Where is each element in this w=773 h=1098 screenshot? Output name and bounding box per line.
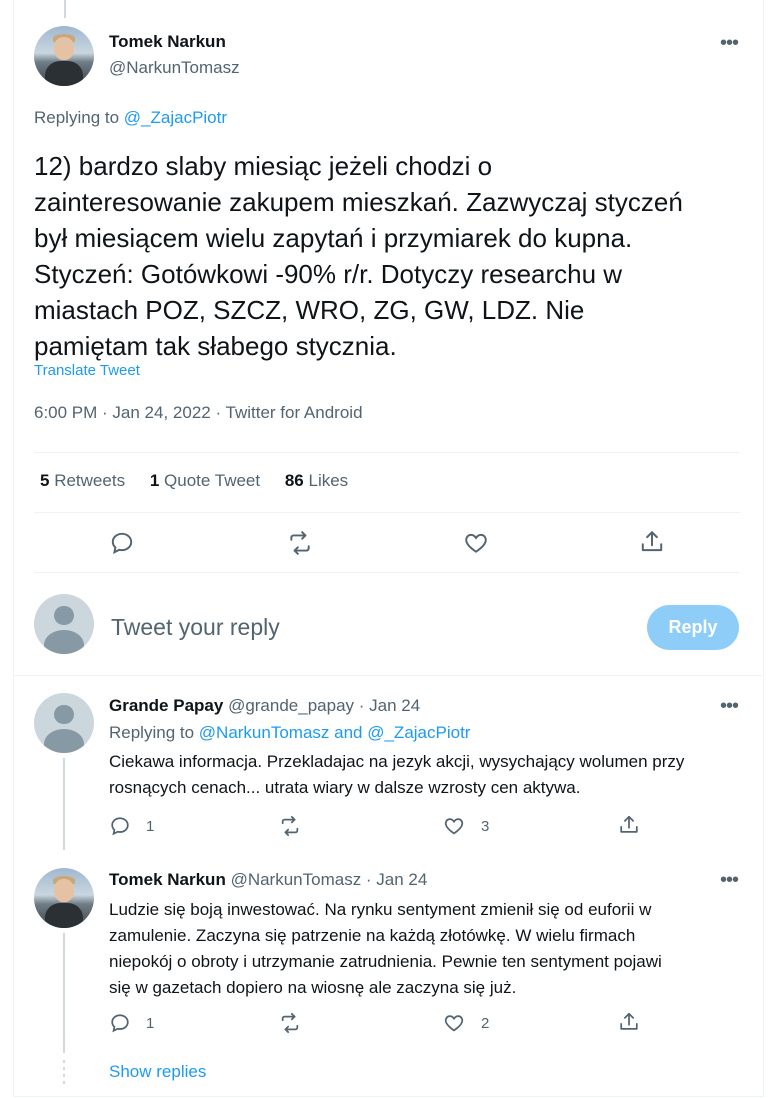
share-icon[interactable]	[618, 1011, 640, 1033]
tweet-timestamp[interactable]: 6:00 PM · Jan 24, 2022 · Twitter for And…	[34, 403, 363, 423]
show-replies-link[interactable]: Show replies	[109, 1062, 206, 1082]
reply-text-line: zamulenie. Zaczyna się patrzenie na każd…	[109, 926, 636, 945]
tweet-text-line: 12) bardzo slaby miesiąc jeżeli chodzi o	[34, 151, 493, 181]
tweet-text-line: pamiętam tak słabego stycznia.	[34, 331, 397, 361]
more-options-icon[interactable]: •••	[720, 870, 739, 890]
divider	[14, 675, 762, 676]
retweets-stat[interactable]: 5 Retweets	[40, 471, 125, 490]
reply-text: Ciekawa informacja. Przekladajac na jezy…	[109, 749, 684, 801]
reply-text-line: się w gazetach dopiero na wiosnę ale zac…	[109, 978, 517, 997]
reply-icon[interactable]	[109, 530, 135, 556]
reply-author-name[interactable]: Grande Papay	[109, 696, 223, 715]
replying-to-link[interactable]: @NarkunTomasz and @_ZajacPiotr	[199, 723, 471, 742]
author-avatar[interactable]	[34, 26, 94, 86]
reply-text-line: Ludzie się boją inwestować. Na rynku sen…	[109, 900, 652, 919]
likes-stat[interactable]: 86 Likes	[285, 471, 348, 490]
reply-input[interactable]: Tweet your reply	[111, 614, 280, 641]
reply-meta[interactable]: @NarkunTomasz · Jan 24	[231, 870, 428, 889]
replying-to-link[interactable]: @_ZajacPiotr	[124, 108, 227, 127]
tweet-text: 12) bardzo slaby miesiąc jeżeli chodzi o…	[34, 148, 683, 364]
divider	[34, 572, 740, 573]
replying-to-label: Replying to	[109, 723, 199, 742]
user-avatar	[34, 594, 94, 654]
tweet-text-line: był miesiącem wielu zapytań i przymiarek…	[34, 223, 633, 253]
share-icon[interactable]	[639, 529, 665, 555]
like-icon[interactable]	[443, 1012, 465, 1034]
reply-text: Ludzie się boją inwestować. Na rynku sen…	[109, 897, 662, 1001]
divider	[34, 452, 740, 453]
like-icon[interactable]	[463, 530, 489, 556]
retweet-icon[interactable]	[286, 530, 314, 556]
reply-text-line: niepokój o obroty i utrzymanie zatrudnie…	[109, 952, 662, 971]
tweet-stats: 5 Retweets 1 Quote Tweet 86 Likes	[40, 471, 348, 491]
like-count: 2	[481, 1015, 490, 1032]
more-options-icon[interactable]: •••	[720, 696, 739, 716]
reply-avatar[interactable]	[34, 868, 94, 928]
divider	[34, 512, 740, 513]
reply-replying-to: Replying to @NarkunTomasz and @_ZajacPio…	[109, 723, 470, 743]
translate-tweet-link[interactable]: Translate Tweet	[34, 362, 140, 379]
tweet-text-line: miastach POZ, SZCZ, WRO, ZG, GW, LDZ. Ni…	[34, 295, 585, 325]
reply-text-line: Ciekawa informacja. Przekladajac na jezy…	[109, 752, 685, 771]
thread-line	[63, 758, 65, 850]
reply-count: 1	[146, 818, 155, 835]
share-icon[interactable]	[618, 814, 640, 836]
reply-text-line: rosnących cenach... utrata wiary w dalsz…	[109, 778, 581, 797]
thread-line	[63, 933, 65, 1053]
reply-avatar[interactable]	[34, 693, 94, 753]
thread-line	[64, 0, 66, 18]
author-name[interactable]: Tomek Narkun	[109, 32, 226, 52]
reply-button[interactable]: Reply	[647, 605, 739, 650]
replying-to: Replying to @_ZajacPiotr	[34, 108, 227, 128]
replying-to-label: Replying to	[34, 108, 124, 127]
more-options-icon[interactable]: •••	[720, 33, 739, 53]
reply-meta[interactable]: @grande_papay · Jan 24	[228, 696, 420, 715]
reply-author-name[interactable]: Tomek Narkun	[109, 870, 226, 889]
reply-icon[interactable]	[109, 815, 131, 837]
tweet-text-line: Styczeń: Gotówkowi -90% r/r. Dotyczy res…	[34, 259, 623, 289]
retweet-icon[interactable]	[278, 1012, 302, 1034]
retweet-icon[interactable]	[278, 815, 302, 837]
quotes-stat[interactable]: 1 Quote Tweet	[150, 471, 260, 490]
reply-header: Grande Papay @grande_papay · Jan 24	[109, 696, 420, 716]
reply-count: 1	[146, 1015, 155, 1032]
like-count: 3	[481, 818, 490, 835]
like-icon[interactable]	[443, 815, 465, 837]
reply-header: Tomek Narkun @NarkunTomasz · Jan 24	[109, 870, 427, 890]
tweet-text-line: zainteresowanie zakupem mieszkań. Zazwyc…	[34, 187, 683, 217]
author-handle[interactable]: @NarkunTomasz	[109, 58, 240, 78]
thread-dots	[63, 1060, 65, 1084]
reply-icon[interactable]	[109, 1012, 131, 1034]
